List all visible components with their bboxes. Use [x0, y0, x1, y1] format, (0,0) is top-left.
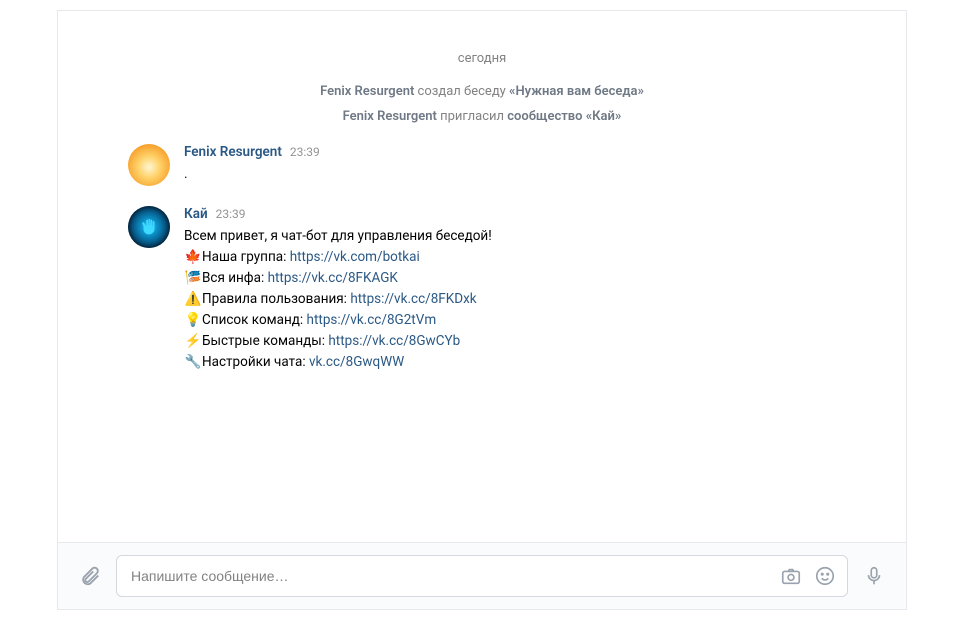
bulb-icon: 💡: [184, 310, 202, 331]
sys-actor[interactable]: Fenix Resurgent: [343, 109, 437, 124]
link[interactable]: https://vk.cc/8FKDxk: [350, 291, 476, 307]
link[interactable]: vk.cc/8GwqWW: [309, 354, 404, 370]
chat-window: сегодня Fenix Resurgent создал беседу «Н…: [57, 10, 907, 610]
date-divider: сегодня: [88, 51, 876, 66]
sender-name[interactable]: Кай: [184, 206, 208, 222]
sender-name[interactable]: Fenix Resurgent: [184, 144, 282, 160]
message: Fenix Resurgent 23:39 .: [128, 144, 876, 186]
message-header: Кай 23:39: [184, 206, 876, 222]
message-line: ⚡Быстрые команды: https://vk.cc/8GwCYb: [184, 331, 876, 352]
avatar[interactable]: [128, 206, 170, 248]
camera-button[interactable]: [779, 564, 803, 588]
system-message-invited: Fenix Resurgent пригласил сообщество «Ка…: [88, 109, 876, 124]
composer: [58, 542, 906, 609]
line-label: Правила пользования:: [202, 291, 350, 307]
line-label: Наша группа:: [202, 249, 290, 265]
smile-icon: [814, 565, 836, 587]
message: Кай 23:39 Всем привет, я чат-бот для упр…: [128, 206, 876, 372]
message-line: 💡Список команд: https://vk.cc/8G2tVm: [184, 310, 876, 331]
message-body: .: [184, 164, 876, 185]
link[interactable]: https://vk.cc/8FKAGK: [268, 270, 398, 286]
wrench-icon: 🔧: [184, 352, 202, 373]
message-input[interactable]: [131, 568, 769, 584]
warning-icon: ⚠️: [184, 289, 202, 310]
message-line: 🔧Настройки чата: vk.cc/8GwqWW: [184, 352, 876, 373]
system-message-created: Fenix Resurgent создал беседу «Нужная ва…: [88, 84, 876, 99]
line-label: Список команд:: [202, 312, 307, 328]
bolt-icon: ⚡: [184, 331, 202, 352]
sys-target: «Нужная вам беседа»: [509, 84, 644, 99]
link[interactable]: https://vk.cc/8G2tVm: [307, 312, 437, 328]
camera-icon: [780, 565, 802, 587]
ribbon-icon: 🎏: [184, 268, 202, 289]
emoji-button[interactable]: [813, 564, 837, 588]
message-text: Всем привет, я чат-бот для управления бе…: [184, 226, 876, 247]
line-label: Быстрые команды:: [202, 333, 328, 349]
line-label: Вся инфа:: [202, 270, 268, 286]
message-content: Fenix Resurgent 23:39 .: [184, 144, 876, 185]
link[interactable]: https://vk.cc/8GwCYb: [328, 333, 460, 349]
line-label: Настройки чата:: [202, 354, 309, 370]
message-line: 🍁Наша группа: https://vk.com/botkai: [184, 247, 876, 268]
messages-area: сегодня Fenix Resurgent создал беседу «Н…: [58, 11, 906, 542]
microphone-icon: [863, 565, 885, 587]
hand-icon: [138, 216, 160, 238]
message-line: ⚠️Правила пользования: https://vk.cc/8FK…: [184, 289, 876, 310]
message-time: 23:39: [290, 145, 320, 159]
sys-target[interactable]: сообщество «Кай»: [507, 109, 621, 124]
avatar[interactable]: [128, 144, 170, 186]
sys-actor[interactable]: Fenix Resurgent: [320, 84, 414, 99]
message-content: Кай 23:39 Всем привет, я чат-бот для упр…: [184, 206, 876, 372]
message-line: 🎏Вся инфа: https://vk.cc/8FKAGK: [184, 268, 876, 289]
message-time: 23:39: [216, 207, 246, 221]
paperclip-icon: [79, 565, 101, 587]
input-container: [116, 555, 848, 597]
attach-button[interactable]: [76, 562, 104, 590]
message-header: Fenix Resurgent 23:39: [184, 144, 876, 160]
voice-button[interactable]: [860, 562, 888, 590]
leaf-icon: 🍁: [184, 247, 202, 268]
message-body: Всем привет, я чат-бот для управления бе…: [184, 226, 876, 372]
sys-text: создал беседу: [414, 84, 509, 99]
link[interactable]: https://vk.com/botkai: [290, 249, 420, 265]
sys-text: пригласил: [437, 109, 507, 124]
